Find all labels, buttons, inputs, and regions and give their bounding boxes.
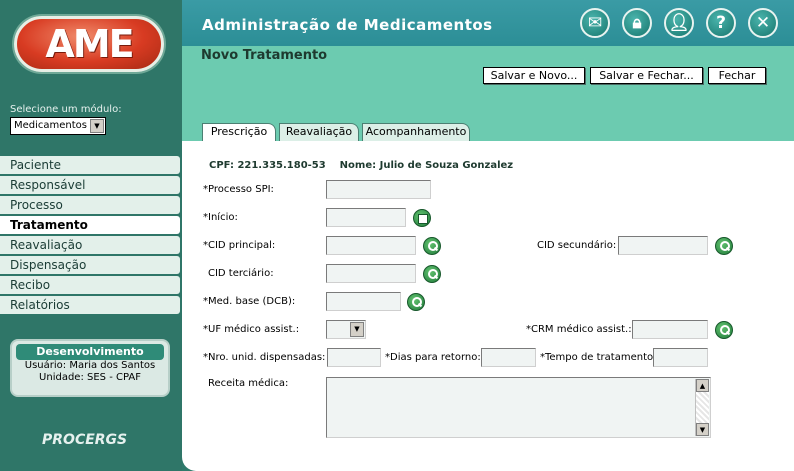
- cid-principal-label: *CID principal:: [203, 240, 276, 251]
- module-select-value: Medicamentos: [14, 120, 88, 131]
- chevron-down-icon[interactable]: ▼: [90, 119, 104, 133]
- nav-item-paciente[interactable]: Paciente: [0, 156, 180, 174]
- unit-info: Unidade: SES - CPAF: [39, 372, 141, 383]
- nav-item-recibo[interactable]: Recibo: [0, 276, 180, 294]
- receita-label: Receita médica:: [208, 378, 289, 389]
- name-label: Nome:: [339, 160, 377, 171]
- calendar-icon[interactable]: [413, 209, 431, 227]
- scroll-up-icon[interactable]: ▲: [696, 379, 709, 392]
- module-nav: Paciente Responsável Processo Tratamento…: [0, 156, 180, 316]
- receita-textarea[interactable]: ▲ ▼: [326, 377, 711, 438]
- tab-acompanhamento[interactable]: Acompanhamento: [362, 123, 470, 141]
- receita-scrollbar[interactable]: ▲ ▼: [695, 379, 709, 436]
- mail-icon[interactable]: ✉: [580, 8, 610, 38]
- nav-item-processo[interactable]: Processo: [0, 196, 180, 214]
- nav-item-reavaliacao[interactable]: Reavaliação: [0, 236, 180, 254]
- user-info: Usuário: Maria dos Santos: [24, 360, 156, 371]
- save-new-button[interactable]: Salvar e Novo...: [483, 67, 585, 84]
- cid-secundario-input[interactable]: [618, 236, 708, 255]
- processo-spi-input[interactable]: [326, 180, 431, 199]
- close-icon[interactable]: ✕: [748, 8, 778, 38]
- lock-icon[interactable]: 🔒︎: [622, 8, 652, 38]
- cid-principal-input[interactable]: [326, 236, 416, 255]
- ame-logo-text: AME: [45, 22, 134, 66]
- tempo-tratamento-label: *Tempo de tratamento:: [540, 352, 657, 363]
- cid-principal-search-icon[interactable]: [423, 237, 441, 255]
- nro-unid-input[interactable]: [327, 348, 381, 367]
- sidebar: AME Selecione um módulo: Medicamentos ▼ …: [0, 0, 182, 471]
- help-icon[interactable]: ?: [706, 8, 736, 38]
- cid-secundario-label: CID secundário:: [537, 240, 617, 251]
- nav-item-tratamento[interactable]: Tratamento: [0, 216, 180, 234]
- crm-medico-input[interactable]: [632, 320, 708, 339]
- cid-terciario-label: CID terciário:: [208, 268, 274, 279]
- chevron-down-icon[interactable]: ▼: [350, 322, 364, 337]
- close-button[interactable]: Fechar: [708, 67, 766, 84]
- nav-item-relatorios[interactable]: Relatórios: [0, 296, 180, 314]
- inicio-label: *Início:: [203, 212, 238, 223]
- save-close-button[interactable]: Salvar e Fechar...: [590, 67, 703, 84]
- dias-retorno-label: *Dias para retorno:: [385, 352, 481, 363]
- crm-medico-label: *CRM médico assist.:: [526, 324, 632, 335]
- nro-unid-label: *Nro. unid. dispensadas:: [203, 352, 326, 363]
- crm-medico-search-icon[interactable]: [715, 321, 733, 339]
- module-select[interactable]: Medicamentos ▼: [10, 117, 106, 135]
- inicio-input[interactable]: [326, 208, 406, 227]
- dias-retorno-input[interactable]: [481, 348, 536, 367]
- section-title: Novo Tratamento: [201, 48, 328, 63]
- med-base-search-icon[interactable]: [407, 293, 425, 311]
- environment-box: Desenvolvimento Usuário: Maria dos Santo…: [10, 339, 170, 397]
- ame-logo: AME: [14, 16, 164, 72]
- app-title: Administração de Medicamentos: [202, 16, 493, 34]
- processo-spi-label: *Processo SPI:: [203, 184, 274, 195]
- med-base-input[interactable]: [326, 292, 401, 311]
- patient-info: CPF: 221.335.180-53 Nome: Julio de Souza…: [209, 160, 513, 171]
- name-value: Julio de Souza Gonzalez: [379, 160, 514, 171]
- uf-medico-select[interactable]: ▼: [326, 320, 366, 339]
- cpf-label: CPF:: [209, 160, 234, 171]
- cid-terciario-search-icon[interactable]: [423, 265, 441, 283]
- cpf-value: 221.335.180-53: [237, 160, 326, 171]
- user-icon[interactable]: 👤︎: [664, 8, 694, 38]
- tempo-tratamento-input[interactable]: [653, 348, 708, 367]
- tab-reavaliacao[interactable]: Reavaliação: [279, 123, 359, 141]
- cid-secundario-search-icon[interactable]: [715, 237, 733, 255]
- environment-title: Desenvolvimento: [16, 344, 164, 360]
- med-base-label: *Med. base (DCB):: [203, 296, 296, 307]
- nav-item-responsavel[interactable]: Responsável: [0, 176, 180, 194]
- procergs-logo: PROCERGS: [42, 432, 128, 448]
- nav-item-dispensacao[interactable]: Dispensação: [0, 256, 180, 274]
- tab-prescricao[interactable]: Prescrição: [202, 123, 276, 142]
- cid-terciario-input[interactable]: [326, 264, 416, 283]
- uf-medico-label: *UF médico assist.:: [203, 324, 300, 335]
- scroll-down-icon[interactable]: ▼: [696, 423, 709, 436]
- app-header: Administração de Medicamentos ✉ 🔒︎ 👤︎ ? …: [182, 0, 794, 46]
- module-label: Selecione um módulo:: [10, 104, 122, 115]
